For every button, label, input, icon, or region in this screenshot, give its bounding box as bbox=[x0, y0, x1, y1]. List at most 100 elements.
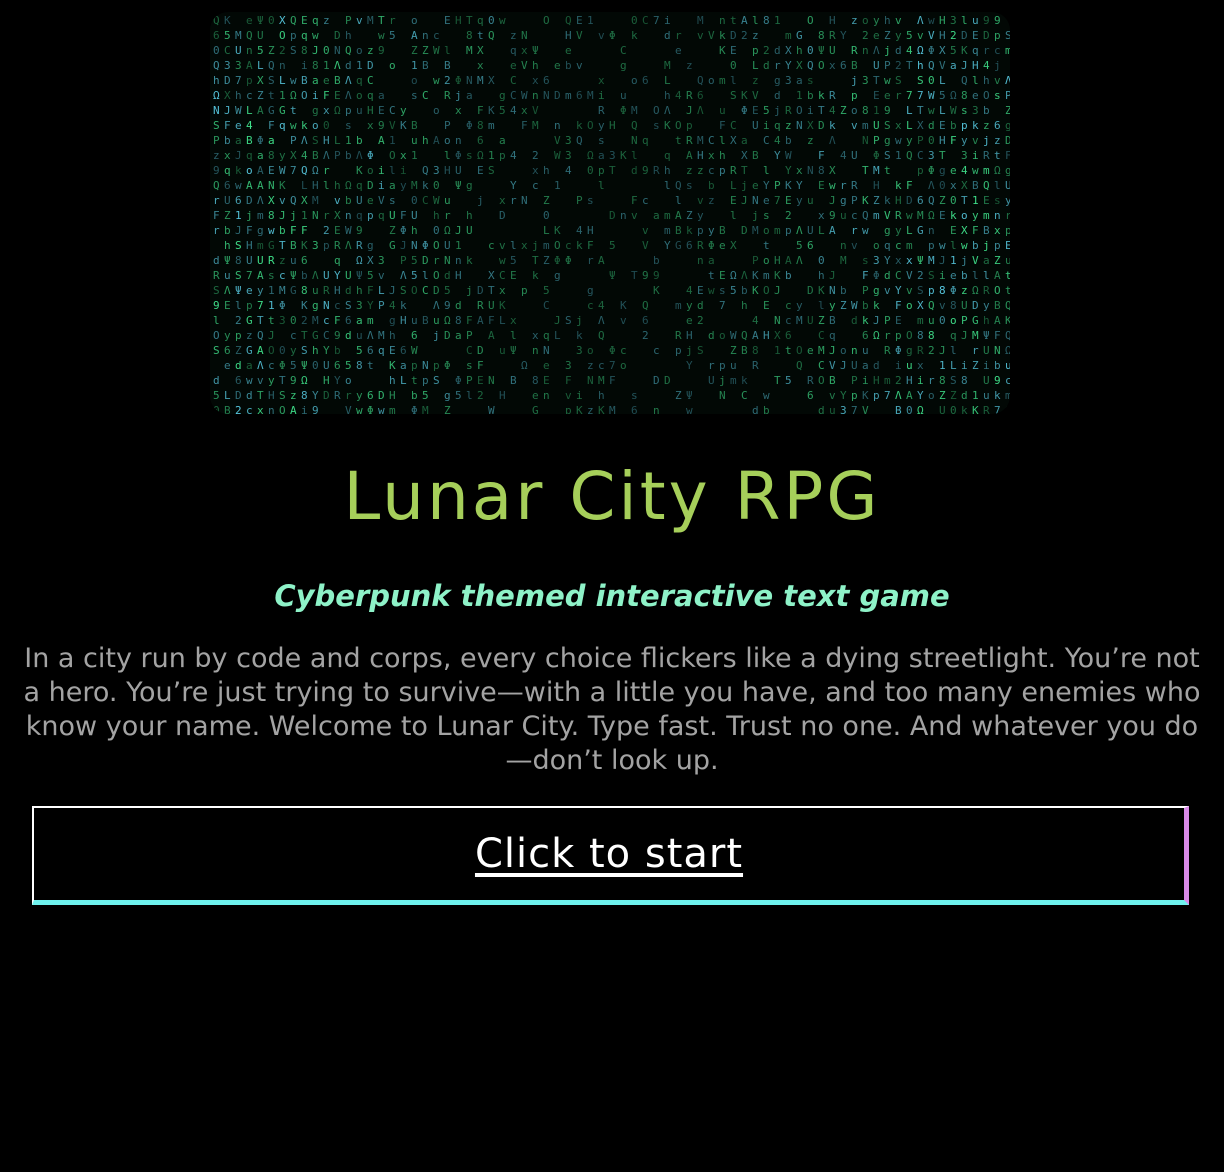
svg-text:Λ: Λ bbox=[345, 89, 352, 102]
svg-text:E: E bbox=[697, 284, 704, 297]
svg-text:4: 4 bbox=[301, 149, 308, 162]
svg-text:N: N bbox=[521, 29, 528, 42]
svg-text:6: 6 bbox=[994, 119, 1001, 132]
svg-text:y: y bbox=[279, 149, 286, 162]
svg-text:2: 2 bbox=[895, 374, 902, 387]
svg-text:E: E bbox=[576, 14, 583, 27]
svg-text:d: d bbox=[631, 164, 638, 177]
svg-text:Ψ: Ψ bbox=[609, 269, 616, 282]
svg-text:g: g bbox=[1005, 119, 1010, 132]
svg-text:1: 1 bbox=[939, 359, 946, 372]
svg-text:Y: Y bbox=[664, 239, 671, 252]
svg-text:3: 3 bbox=[873, 254, 880, 267]
svg-text:2: 2 bbox=[235, 404, 242, 414]
svg-text:r: r bbox=[433, 254, 440, 267]
svg-text:8: 8 bbox=[862, 104, 869, 117]
svg-text:h: h bbox=[719, 149, 726, 162]
svg-text:C: C bbox=[642, 14, 649, 27]
svg-text:p: p bbox=[994, 29, 1001, 42]
svg-text:2: 2 bbox=[323, 224, 330, 237]
svg-text:s: s bbox=[587, 194, 594, 207]
svg-text:m: m bbox=[1005, 44, 1010, 57]
svg-text:K: K bbox=[389, 359, 396, 372]
svg-text:H: H bbox=[565, 29, 572, 42]
svg-text:U: U bbox=[389, 209, 396, 222]
svg-text:H: H bbox=[323, 134, 330, 147]
svg-text:D: D bbox=[653, 374, 660, 387]
svg-text:Φ: Φ bbox=[873, 149, 880, 162]
svg-text:r: r bbox=[972, 344, 979, 357]
svg-text:x: x bbox=[818, 209, 825, 222]
svg-text:c: c bbox=[598, 359, 605, 372]
svg-text:7: 7 bbox=[246, 269, 253, 282]
svg-text:Y: Y bbox=[840, 29, 847, 42]
svg-text:S: S bbox=[950, 374, 957, 387]
svg-text:p: p bbox=[235, 329, 242, 342]
svg-text:K: K bbox=[961, 44, 968, 57]
svg-text:1: 1 bbox=[895, 149, 902, 162]
svg-text:d: d bbox=[708, 329, 715, 342]
svg-text:p: p bbox=[873, 389, 880, 402]
svg-text:Ω: Ω bbox=[1005, 404, 1010, 414]
svg-text:m: m bbox=[719, 74, 726, 87]
svg-text:Q: Q bbox=[906, 149, 913, 162]
svg-text:S: S bbox=[697, 344, 704, 357]
svg-text:p: p bbox=[246, 299, 253, 312]
svg-text:Q: Q bbox=[796, 359, 803, 372]
svg-text:p: p bbox=[246, 74, 253, 87]
svg-text:q: q bbox=[301, 29, 308, 42]
svg-text:X: X bbox=[796, 59, 803, 72]
svg-text:D: D bbox=[972, 299, 979, 312]
svg-text:M: M bbox=[917, 209, 924, 222]
svg-text:r: r bbox=[774, 59, 781, 72]
svg-text:S: S bbox=[917, 284, 924, 297]
svg-text:Q: Q bbox=[598, 329, 605, 342]
svg-text:c: c bbox=[268, 359, 275, 372]
hero-matrix-image: Q60QhΩNSPz9QrFrdRS9lOSd50K5C3DXJFbxq6UZb… bbox=[210, 12, 1010, 414]
svg-text:H: H bbox=[367, 104, 374, 117]
svg-text:E: E bbox=[444, 14, 451, 27]
svg-text:q: q bbox=[356, 209, 363, 222]
svg-text:n: n bbox=[994, 209, 1001, 222]
svg-text:E: E bbox=[763, 299, 770, 312]
svg-text:O: O bbox=[675, 119, 682, 132]
svg-text:s: s bbox=[466, 149, 473, 162]
svg-text:Q: Q bbox=[928, 59, 935, 72]
svg-text:Q: Q bbox=[213, 59, 220, 72]
svg-text:M: M bbox=[631, 104, 638, 117]
svg-text:T: T bbox=[961, 194, 968, 207]
svg-text:0: 0 bbox=[928, 134, 935, 147]
svg-text:j: j bbox=[983, 134, 990, 147]
svg-text:j: j bbox=[983, 239, 990, 252]
svg-text:c: c bbox=[290, 329, 297, 342]
svg-text:B: B bbox=[411, 119, 418, 132]
svg-text:c: c bbox=[994, 44, 1001, 57]
svg-text:j: j bbox=[884, 44, 891, 57]
svg-text:S: S bbox=[268, 74, 275, 87]
svg-text:e: e bbox=[510, 59, 517, 72]
svg-text:a: a bbox=[400, 359, 407, 372]
svg-text:Q: Q bbox=[246, 29, 253, 42]
svg-text:Λ: Λ bbox=[1005, 74, 1010, 87]
svg-text:E: E bbox=[378, 104, 385, 117]
svg-text:m: m bbox=[664, 224, 671, 237]
svg-text:r: r bbox=[587, 254, 594, 267]
svg-text:6: 6 bbox=[807, 239, 814, 252]
svg-text:W: W bbox=[554, 149, 561, 162]
start-button[interactable]: Click to start bbox=[32, 806, 1189, 905]
svg-text:p: p bbox=[675, 344, 682, 357]
svg-text:b: b bbox=[983, 104, 990, 117]
svg-text:y: y bbox=[400, 104, 407, 117]
svg-text:y: y bbox=[829, 299, 836, 312]
svg-text:3: 3 bbox=[609, 149, 616, 162]
svg-text:5: 5 bbox=[499, 104, 506, 117]
svg-text:Λ: Λ bbox=[829, 134, 836, 147]
svg-text:Y: Y bbox=[334, 269, 341, 282]
svg-text:6: 6 bbox=[642, 74, 649, 87]
svg-text:B: B bbox=[444, 59, 451, 72]
svg-text:K: K bbox=[499, 299, 506, 312]
svg-text:d: d bbox=[444, 269, 451, 282]
svg-text:j: j bbox=[719, 374, 726, 387]
svg-text:h: h bbox=[796, 44, 803, 57]
svg-text:R: R bbox=[983, 404, 990, 414]
